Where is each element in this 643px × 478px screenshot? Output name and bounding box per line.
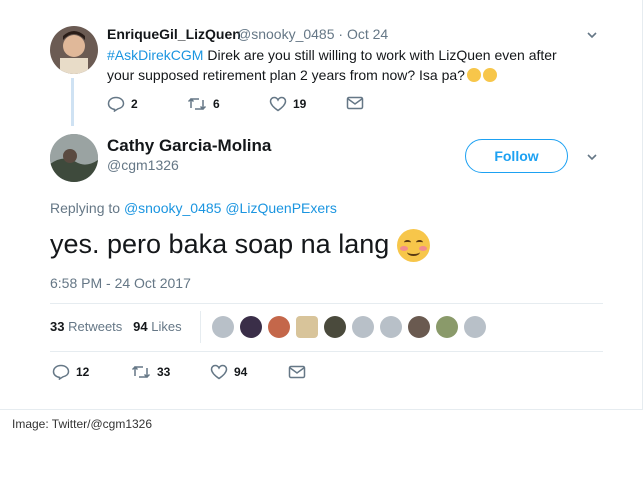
mention-link[interactable]: @snooky_0485 (124, 200, 222, 216)
image-caption: Image: Twitter/@cgm1326 (12, 417, 153, 431)
smiling-blush-emoji-icon (397, 229, 431, 263)
retweet-button[interactable]: 33 (131, 364, 170, 380)
reply-icon (52, 364, 70, 380)
reply-count: 12 (76, 365, 90, 379)
tweet-text: #AskDirekCGM Direk are you still willing… (107, 45, 587, 85)
chevron-down-icon[interactable] (586, 151, 598, 163)
retweets-label[interactable]: Retweets (68, 319, 122, 334)
thread-line (71, 78, 74, 126)
tweet-card: EnriqueGil_LizQuen @snooky_0485 · Oct 24… (0, 0, 643, 410)
grin-emoji-icon (466, 68, 481, 82)
reply-button[interactable]: 2 (107, 96, 138, 112)
retweet-count: 33 (157, 365, 171, 379)
replying-to-label: Replying to (50, 200, 121, 216)
like-button[interactable]: 94 (210, 364, 247, 380)
retweet-icon (187, 97, 207, 111)
liker-avatar[interactable] (464, 316, 486, 338)
avatar[interactable] (50, 134, 98, 182)
like-icon (210, 364, 228, 380)
direct-message-icon (288, 365, 306, 379)
tweet-text: yes. pero baka soap na lang (50, 224, 431, 264)
chevron-down-icon[interactable] (586, 29, 598, 41)
engagement-stats: 33 Retweets 94 Likes (50, 319, 182, 334)
liker-avatar[interactable] (352, 316, 374, 338)
reply-icon (107, 96, 125, 112)
retweets-count[interactable]: 33 (50, 319, 64, 334)
smile-emoji-icon (482, 68, 497, 82)
likes-count[interactable]: 94 (133, 319, 147, 334)
mention-link[interactable]: @LizQuenPExers (225, 200, 336, 216)
liker-avatar[interactable] (268, 316, 290, 338)
display-name[interactable]: Cathy Garcia-Molina (107, 136, 271, 156)
likes-label[interactable]: Likes (151, 319, 181, 334)
liker-avatar[interactable] (296, 316, 318, 338)
like-icon (269, 96, 287, 112)
reply-button[interactable]: 12 (52, 364, 89, 380)
liker-avatar[interactable] (240, 316, 262, 338)
direct-message-icon (346, 96, 364, 110)
liker-avatar[interactable] (212, 316, 234, 338)
like-count: 19 (293, 97, 307, 111)
reply-count: 2 (131, 97, 138, 111)
handle[interactable]: @cgm1326 (107, 157, 179, 173)
liker-avatar[interactable] (324, 316, 346, 338)
divider (200, 311, 201, 343)
divider (50, 351, 603, 352)
divider (50, 303, 603, 304)
replying-to: Replying to @snooky_0485 @LizQuenPExers (50, 200, 337, 216)
liker-avatar[interactable] (436, 316, 458, 338)
timestamp[interactable]: 6:58 PM - 24 Oct 2017 (50, 275, 191, 291)
like-count: 94 (234, 365, 248, 379)
like-button[interactable]: 19 (269, 96, 306, 112)
handle-date[interactable]: @snooky_0485 · Oct 24 (237, 26, 388, 42)
hashtag-link[interactable]: #AskDirekCGM (107, 47, 203, 63)
retweet-button[interactable]: 6 (187, 96, 220, 112)
liker-avatar[interactable] (380, 316, 402, 338)
follow-button[interactable]: Follow (465, 139, 568, 173)
display-name[interactable]: EnriqueGil_LizQuen (107, 26, 241, 42)
retweet-count: 6 (213, 97, 220, 111)
liker-avatar[interactable] (408, 316, 430, 338)
message-button[interactable] (346, 96, 364, 110)
message-button[interactable] (288, 365, 306, 379)
avatar[interactable] (50, 26, 98, 74)
tweet-body: yes. pero baka soap na lang (50, 229, 390, 259)
retweet-icon (131, 365, 151, 379)
